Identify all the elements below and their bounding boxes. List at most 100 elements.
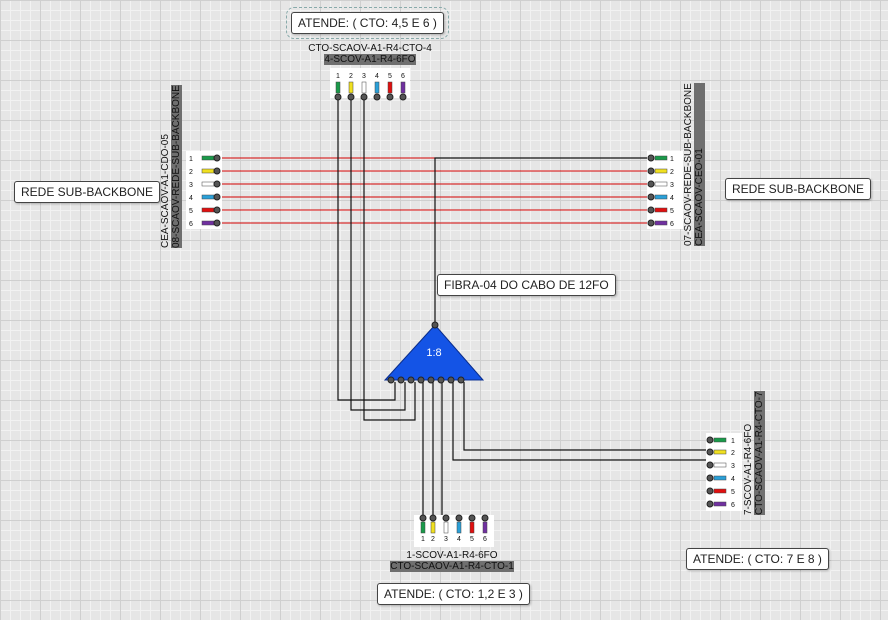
fiber-left-color-4: [201, 194, 215, 200]
fiber-top-number-5: 5: [388, 73, 392, 80]
fiber-right-number-3: 3: [670, 182, 674, 189]
drop-path-8: [463, 382, 711, 451]
fiber-bottom-color-3: [443, 521, 449, 534]
fiber-bottom-color-6: [482, 521, 488, 534]
fiber-bottom-color-4: [456, 521, 462, 534]
fiber-top-color-4: [374, 81, 380, 94]
fiber-bottom-right-color-4: [713, 475, 727, 481]
fiber-right-number-2: 2: [670, 169, 674, 176]
fiber-top-color-2: [348, 81, 354, 94]
fiber-top-number-4: 4: [375, 73, 379, 80]
fiber-top-color-6: [400, 81, 406, 94]
fiber-right-port-4: [647, 193, 655, 201]
fiber-top-number-2: 2: [349, 73, 353, 80]
fiber-bottom-right-port-2: [706, 448, 714, 456]
fiber-left-color-2: [201, 168, 215, 174]
fiber-left-port-3: [213, 180, 221, 188]
splitter-output-port-8: [457, 376, 465, 384]
fiber-block-right: [647, 151, 683, 229]
fiber-bottom-number-6: 6: [483, 536, 487, 543]
fiber-left-color-3: [201, 181, 215, 187]
fiber-bottom-number-2: 2: [431, 536, 435, 543]
fiber-right-color-3: [654, 181, 668, 187]
fiber-top-number-6: 6: [401, 73, 405, 80]
note-fibra[interactable]: FIBRA-04 DO CABO DE 12FO: [437, 274, 616, 296]
splitter-output-port-3: [407, 376, 415, 384]
fiber-left-color-5: [201, 207, 215, 213]
fiber-top-color-5: [387, 81, 393, 94]
fiber-bottom-right-number-4: 4: [731, 476, 735, 483]
cable-label-right: 07-SCAOV-REDE-SUB-BACKBONE CEA-SCAOV-CEO…: [683, 83, 705, 246]
fiber-bottom-right-color-6: [713, 501, 727, 507]
cable-right-line1: 07-SCAOV-REDE-SUB-BACKBONE: [683, 83, 694, 246]
cable-left-line2: 08-SCAOV-REDE-SUB-BACKBONE: [171, 85, 182, 248]
fiber-bottom-port-5: [468, 514, 476, 522]
note-bottom-atende[interactable]: ATENDE: ( CTO: 1,2 E 3 ): [377, 583, 530, 605]
fiber-right-color-5: [654, 207, 668, 213]
drop-path-7: [452, 382, 711, 461]
drop-path-9: [434, 157, 651, 325]
fiber-right-color-2: [654, 168, 668, 174]
drop-path-1: [337, 97, 396, 401]
fiber-left-number-4: 4: [189, 195, 193, 202]
fiber-left-port-4: [213, 193, 221, 201]
fiber-bottom-right-color-5: [713, 488, 727, 494]
note-right-rede[interactable]: REDE SUB-BACKBONE: [725, 178, 872, 200]
cable-bottom-right-line2: CTO-SCAOV-A1-R4-CTO-7: [754, 391, 765, 515]
fiber-left-number-6: 6: [189, 221, 193, 228]
fiber-top-port-5: [386, 93, 394, 101]
note-left-rede[interactable]: REDE SUB-BACKBONE: [14, 181, 161, 203]
fiber-bottom-right-number-2: 2: [731, 450, 735, 457]
fiber-bottom-right-port-6: [706, 500, 714, 508]
fiber-bottom-right-number-3: 3: [731, 463, 735, 470]
fiber-left-color-6: [201, 220, 215, 226]
cable-bottom-line1: 1-SCOV-A1-R4-6FO: [406, 550, 498, 561]
fiber-bottom-color-1: [420, 521, 426, 534]
fiber-bottom-right-color-3: [713, 462, 727, 468]
fiber-bottom-port-2: [429, 514, 437, 522]
fiber-left-port-1: [213, 154, 221, 162]
note-top-atende[interactable]: ATENDE: ( CTO: 4,5 E 6 ): [286, 7, 449, 39]
splitter-output-port-5: [427, 376, 435, 384]
fiber-bottom-right-port-3: [706, 461, 714, 469]
fiber-left-color-1: [201, 155, 215, 161]
fiber-bottom-right-color-1: [713, 437, 727, 443]
splitter-output-port-1: [387, 376, 395, 384]
splitter-output-port-7: [447, 376, 455, 384]
splitter-output-port-4: [417, 376, 425, 384]
fiber-right-port-1: [647, 154, 655, 162]
splitter-output-port-2: [397, 376, 405, 384]
fiber-right-port-5: [647, 206, 655, 214]
fiber-left-number-1: 1: [189, 156, 193, 163]
fiber-right-color-1: [654, 155, 668, 161]
fiber-top-color-1: [335, 81, 341, 94]
cable-left-line1: CEA-SCAOV-A1-CDO-05: [160, 134, 171, 248]
fiber-bottom-port-1: [419, 514, 427, 522]
fiber-right-color-4: [654, 194, 668, 200]
splice-diagram-canvas[interactable]: 1:81 2 3 4 5 61 2 3 4 5 6123456123456123456: [0, 0, 888, 620]
fiber-bottom-number-5: 5: [470, 536, 474, 543]
fiber-bottom-port-3: [442, 514, 450, 522]
fiber-bottom-number-1: 1: [421, 536, 425, 543]
fiber-right-port-3: [647, 180, 655, 188]
cable-label-bottom: 1-SCOV-A1-R4-6FO CTO-SCAOV-A1-R4-CTO-1: [382, 550, 522, 572]
fiber-top-port-4: [373, 93, 381, 101]
fiber-left-port-2: [213, 167, 221, 175]
fiber-right-number-6: 6: [670, 221, 674, 228]
fiber-bottom-right-number-1: 1: [731, 438, 735, 445]
fiber-bottom-color-5: [469, 521, 475, 534]
fiber-right-port-6: [647, 219, 655, 227]
note-bottom-right-atende[interactable]: ATENDE: ( CTO: 7 E 8 ): [686, 548, 829, 570]
fiber-bottom-right-port-5: [706, 487, 714, 495]
fiber-bottom-port-4: [455, 514, 463, 522]
fiber-top-port-1: [334, 93, 342, 101]
cable-label-bottom-right: 7-SCOV-A1-R4-6FO CTO-SCAOV-A1-R4-CTO-7: [743, 391, 765, 515]
fiber-left-number-5: 5: [189, 208, 193, 215]
fiber-right-number-1: 1: [670, 156, 674, 163]
splitter-output-port-6: [437, 376, 445, 384]
fiber-left-number-3: 3: [189, 182, 193, 189]
fiber-block-top: [330, 68, 410, 98]
fiber-left-port-6: [213, 219, 221, 227]
fiber-bottom-right-color-2: [713, 449, 727, 455]
fiber-bottom-right-number-6: 6: [731, 502, 735, 509]
